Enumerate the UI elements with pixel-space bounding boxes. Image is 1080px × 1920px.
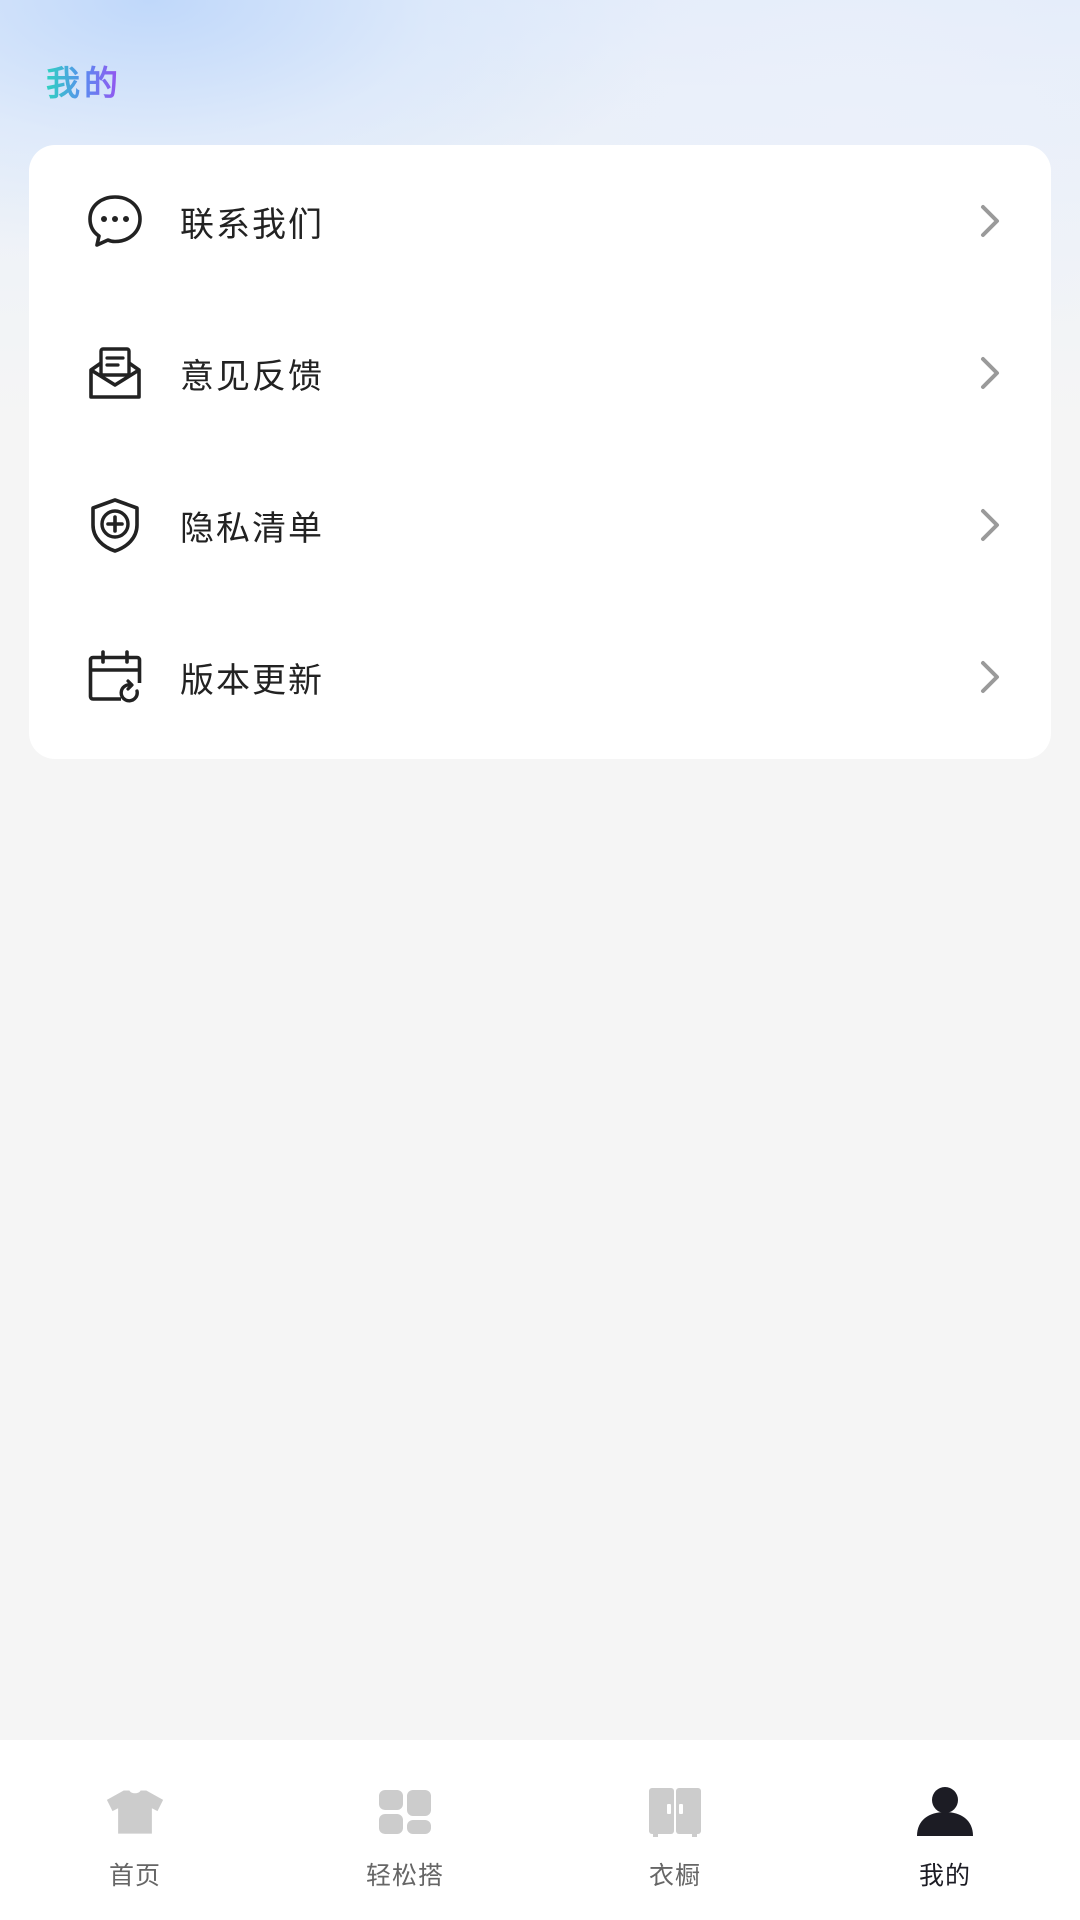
tab-label: 衣橱 bbox=[648, 1861, 701, 1890]
grid-icon bbox=[375, 1784, 435, 1840]
chat-bubble-icon bbox=[85, 191, 145, 251]
envelope-icon bbox=[85, 343, 145, 403]
chevron-right-icon bbox=[975, 201, 1005, 241]
menu-item-label: 意见反馈 bbox=[180, 356, 324, 397]
tshirt-icon bbox=[105, 1784, 165, 1840]
tab-label: 我的 bbox=[918, 1861, 971, 1890]
tab-wardrobe[interactable]: 衣橱 bbox=[540, 1740, 810, 1920]
menu-item-feedback[interactable]: 意见反馈 bbox=[29, 297, 1051, 449]
menu-card: 联系我们 意见反馈 隐私清单 版本更新 bbox=[29, 145, 1051, 759]
shield-plus-icon bbox=[85, 495, 145, 555]
bottom-tab-bar: 首页 轻松搭 衣橱 我的 bbox=[0, 1740, 1080, 1920]
menu-item-label: 联系我们 bbox=[180, 204, 324, 245]
menu-item-version-update[interactable]: 版本更新 bbox=[29, 601, 1051, 753]
chevron-right-icon bbox=[975, 505, 1005, 545]
tab-label: 首页 bbox=[108, 1861, 161, 1890]
wardrobe-icon bbox=[645, 1784, 705, 1840]
person-icon bbox=[915, 1784, 975, 1840]
chevron-right-icon bbox=[975, 353, 1005, 393]
menu-item-contact-us[interactable]: 联系我们 bbox=[29, 145, 1051, 297]
calendar-refresh-icon bbox=[85, 647, 145, 707]
menu-item-privacy-list[interactable]: 隐私清单 bbox=[29, 449, 1051, 601]
chevron-right-icon bbox=[975, 657, 1005, 697]
page-title: 我的 bbox=[46, 56, 122, 105]
menu-item-label: 版本更新 bbox=[180, 660, 324, 701]
tab-label: 轻松搭 bbox=[365, 1861, 444, 1890]
tab-easy-match[interactable]: 轻松搭 bbox=[270, 1740, 540, 1920]
tab-mine[interactable]: 我的 bbox=[810, 1740, 1080, 1920]
tab-home[interactable]: 首页 bbox=[0, 1740, 270, 1920]
menu-item-label: 隐私清单 bbox=[180, 508, 324, 549]
